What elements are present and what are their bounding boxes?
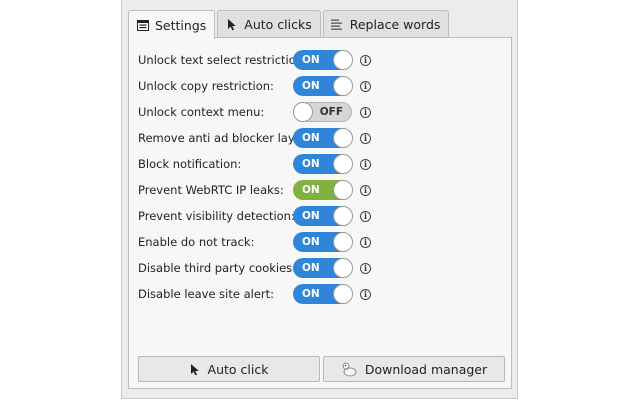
toggle-state: ON [302,132,320,144]
setting-row-third-party-cookies: Disable third party cookies: ON i [138,255,371,281]
prevent-visibility-toggle[interactable]: ON [293,206,353,226]
info-icon[interactable]: i [360,288,371,300]
prevent-webrtc-toggle[interactable]: ON [293,180,353,200]
setting-row-leave-site-alert: Disable leave site alert: ON i [138,281,371,307]
toggle-knob [333,128,353,148]
text-lines-icon [331,18,344,31]
auto-click-button[interactable]: Auto click [138,356,320,382]
toggle-knob [333,154,353,174]
setting-label: Block notification: [138,157,242,171]
unlock-context-menu-toggle[interactable]: OFF [293,102,352,122]
setting-label: Unlock text select restriction: [138,53,307,67]
button-label: Download manager [364,361,488,377]
toggle-knob [333,50,353,70]
settings-list-icon [136,19,149,32]
toggle-state: ON [302,262,320,274]
info-icon[interactable]: i [360,80,371,92]
toggle-knob [333,258,353,278]
toggle-knob [333,206,353,226]
do-not-track-toggle[interactable]: ON [293,232,353,252]
tab-settings[interactable]: Settings [128,10,216,39]
info-icon[interactable]: i [360,184,371,196]
setting-label: Unlock copy restriction: [138,79,274,93]
unlock-copy-toggle[interactable]: ON [293,76,353,96]
toggle-knob [293,102,313,122]
info-icon[interactable]: i [360,54,371,66]
toggle-knob [333,284,353,304]
button-label: Auto click [207,361,269,377]
third-party-cookies-toggle[interactable]: ON [293,258,353,278]
footer-buttons: Auto click Download manager [138,356,505,382]
setting-row-remove-anti-adblock: Remove anti ad blocker layer: ON i [138,125,371,151]
setting-label: Prevent visibility detection: [138,209,295,223]
tab-bar: Settings Auto clicks Replace words [128,10,451,39]
toggle-state: ON [302,80,320,92]
info-icon[interactable]: i [360,106,371,118]
setting-row-unlock-context-menu: Unlock context menu: OFF i [138,99,371,125]
toggle-state: ON [302,54,320,66]
setting-row-block-notification: Block notification: ON i [138,151,371,177]
remove-anti-adblock-toggle[interactable]: ON [293,128,353,148]
info-icon[interactable]: i [360,158,371,170]
setting-label: Enable do not track: [138,235,255,249]
toggle-state: ON [302,158,320,170]
tab-label: Settings [155,17,207,33]
cursor-icon [190,363,200,376]
download-manager-button[interactable]: Download manager [323,356,505,382]
info-icon[interactable]: i [360,132,371,144]
block-notification-toggle[interactable]: ON [293,154,353,174]
toggle-state: ON [302,210,320,222]
setting-row-unlock-text-select: Unlock text select restriction: ON i [138,47,371,73]
toggle-state: ON [302,236,320,248]
setting-label: Disable leave site alert: [138,287,275,301]
unlock-text-select-toggle[interactable]: ON [293,50,353,70]
duck-icon [341,361,357,377]
setting-label: Disable third party cookies: [138,261,297,275]
setting-label: Prevent WebRTC IP leaks: [138,183,284,197]
toggle-knob [333,76,353,96]
tab-label: Auto clicks [244,16,312,32]
tab-label: Replace words [349,16,441,32]
info-icon[interactable]: i [360,262,371,274]
info-icon[interactable]: i [360,210,371,222]
setting-label: Remove anti ad blocker layer: [138,131,311,145]
toggle-knob [333,180,353,200]
setting-label: Unlock context menu: [138,105,265,119]
toggle-state: ON [302,288,320,300]
settings-panel: Unlock text select restriction: ON i Unl… [128,37,512,389]
setting-row-do-not-track: Enable do not track: ON i [138,229,371,255]
leave-site-alert-toggle[interactable]: ON [293,284,353,304]
setting-row-prevent-visibility: Prevent visibility detection: ON i [138,203,371,229]
cursor-icon [225,18,238,31]
info-icon[interactable]: i [360,236,371,248]
toggle-state: ON [302,184,320,196]
settings-list: Unlock text select restriction: ON i Unl… [138,47,371,307]
setting-row-unlock-copy: Unlock copy restriction: ON i [138,73,371,99]
tab-replace-words[interactable]: Replace words [322,10,450,37]
toggle-knob [333,232,353,252]
setting-row-prevent-webrtc: Prevent WebRTC IP leaks: ON i [138,177,371,203]
tab-auto-clicks[interactable]: Auto clicks [217,10,321,37]
extension-popup: Settings Auto clicks Replace words Unloc… [121,0,518,399]
toggle-state: OFF [319,106,343,118]
